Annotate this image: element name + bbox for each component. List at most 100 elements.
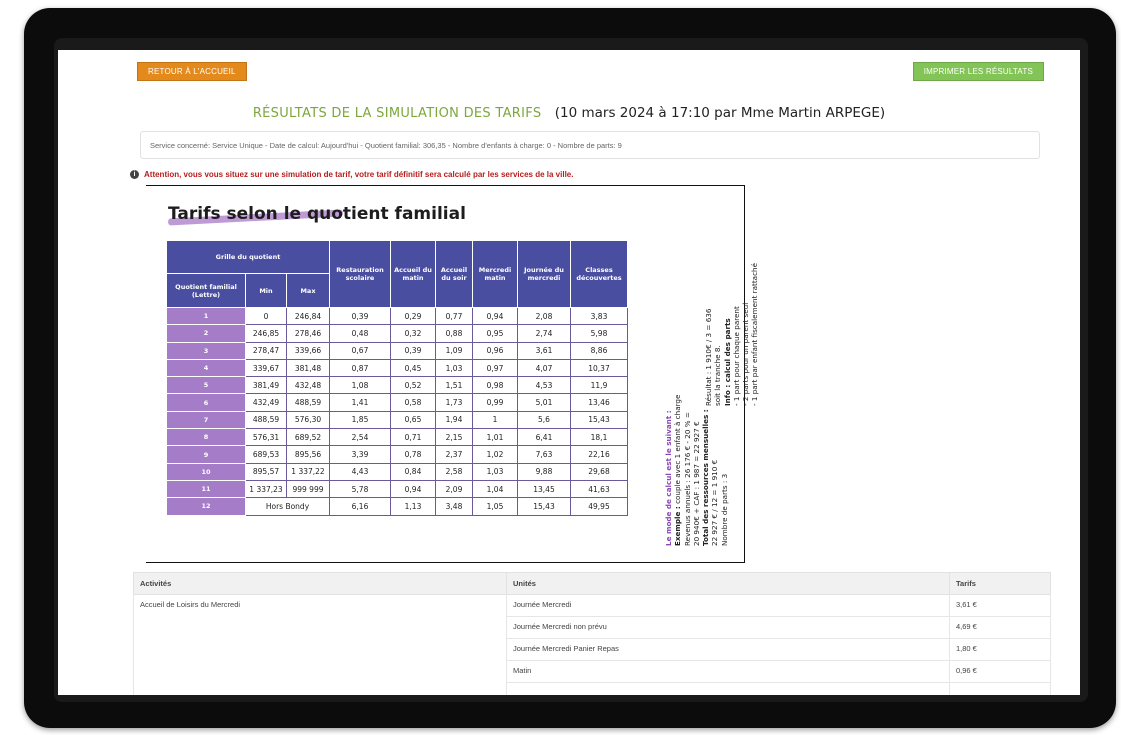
price-cell: 0,96 €: [949, 660, 1051, 683]
tariff-table-body: 1 0 246,84 0,39 0,29 0,77 0,94 2,08 3,83 2 246,85 2…: [166, 306, 628, 516]
tariff-cell: 18,1: [570, 428, 628, 447]
tariff-cell: 0,58: [390, 393, 436, 412]
quotient-cell: 11: [166, 479, 246, 499]
tariff-cell: 432,48: [286, 376, 330, 395]
tariff-row: 10 895,57 1 337,22 4,43 0,84 2,58 1,03 9,88 29,6…: [166, 462, 628, 481]
col-activites: Activités: [133, 572, 507, 595]
tariff-cell: 0,32: [390, 324, 436, 343]
tariff-cell: 381,49: [245, 376, 287, 395]
tariff-cell: 0,99: [472, 393, 518, 412]
quotient-cell: 2: [166, 324, 246, 343]
tariff-cell: 2,54: [329, 428, 391, 447]
tariff-cell: 1 337,23: [245, 479, 287, 499]
tariff-cell: 0,67: [329, 341, 391, 360]
tariff-cell: 3,48: [435, 497, 473, 516]
tariff-cell: 246,84: [286, 306, 330, 326]
tariff-cell: 0,97: [472, 358, 518, 378]
tariff-cell: 15,43: [570, 410, 628, 430]
unit-cell: Journée Mercredi Panier Repas: [506, 638, 950, 661]
tariff-cell: 339,67: [245, 358, 287, 378]
page-title-main: RÉSULTATS DE LA SIMULATION DES TARIFS: [252, 106, 542, 121]
quotient-cell: 10: [166, 462, 246, 481]
page-title: RÉSULTATS DE LA SIMULATION DES TARIFS (1…: [58, 105, 1080, 121]
calculation-result-note: Résultat : 1 910€ / 3 = 636 soit la tran…: [704, 263, 760, 406]
print-results-button[interactable]: Imprimer les résultats: [912, 62, 1044, 81]
tariff-cell: 0,95: [472, 324, 518, 343]
tariff-cell: 0,71: [390, 428, 436, 447]
tariff-cell: 0,45: [390, 358, 436, 378]
tariff-cell: 10,37: [570, 358, 628, 378]
col-accueil-matin: Accueil du matin: [390, 240, 436, 308]
tariff-cell: 1,04: [472, 479, 518, 499]
tariff-cell: 1,03: [472, 462, 518, 481]
tariff-cell: 0,96: [472, 341, 518, 360]
col-mercredi-matin: Mercredi matin: [472, 240, 518, 308]
tariff-row: 4 339,67 381,48 0,87 0,45 1,03 0,97 4,07 10,37: [166, 358, 628, 378]
col-min: Min: [245, 273, 287, 308]
tariff-cell: 8,86: [570, 341, 628, 360]
tariff-cell: 1,01: [472, 428, 518, 447]
col-quotient: Quotient familial (Lettre): [166, 273, 246, 308]
tariff-cell: 5,98: [570, 324, 628, 343]
tariff-cell: 576,30: [286, 410, 330, 430]
tariff-cell: 0,87: [329, 358, 391, 378]
tariff-cell: 0,39: [329, 306, 391, 326]
tariff-row: 5 381,49 432,48 1,08 0,52 1,51 0,98 4,53 11,9: [166, 376, 628, 395]
tariff-cell: 1,02: [472, 445, 518, 464]
tariff-cell: 0,78: [390, 445, 436, 464]
tariff-cell: 0,94: [390, 479, 436, 499]
browser-viewport: Retour à l'accueil Imprimer les résultat…: [58, 50, 1080, 695]
col-classes: Classes découvertes: [570, 240, 628, 308]
col-unites: Unités: [506, 572, 950, 595]
tariff-cell: 4,53: [517, 376, 571, 395]
tariff-cell: 0,29: [390, 306, 436, 326]
tariff-cell: 3,39: [329, 445, 391, 464]
quotient-cell: 3: [166, 341, 246, 360]
tariff-cell: 488,59: [286, 393, 330, 412]
tariff-cell: 41,63: [570, 479, 628, 499]
tariff-cell: 278,47: [245, 341, 287, 360]
tariff-cell: 278,46: [286, 324, 330, 343]
col-journee-mercredi: Journée du mercredi: [517, 240, 571, 308]
range-cell: Hors Bondy: [245, 497, 330, 516]
tariff-cell: 2,15: [435, 428, 473, 447]
unit-cell: Matin: [506, 660, 950, 683]
tariff-cell: 689,53: [245, 445, 287, 464]
tariff-cell: 5,6: [517, 410, 571, 430]
tariff-row: 6 432,49 488,59 1,41 0,58 1,73 0,99 5,01 13,46: [166, 393, 628, 412]
tariff-row: 3 278,47 339,66 0,67 0,39 1,09 0,96 3,61 8,86: [166, 341, 628, 360]
unit-cell: Journée Mercredi: [506, 594, 950, 617]
tariff-cell: 1,03: [435, 358, 473, 378]
tariff-cell: 0,84: [390, 462, 436, 481]
tariff-row: 1 0 246,84 0,39 0,29 0,77 0,94 2,08 3,83: [166, 306, 628, 326]
tariff-row: 7 488,59 576,30 1,85 0,65 1,94 1 5,6 15,43: [166, 410, 628, 430]
activities-table: Activités Unités Tarifs Accueil de Loisi…: [133, 572, 1051, 695]
tariff-cell: 1,08: [329, 376, 391, 395]
tariff-cell: 0,98: [472, 376, 518, 395]
tariff-cell: 29,68: [570, 462, 628, 481]
back-to-home-button[interactable]: Retour à l'accueil: [137, 62, 247, 81]
tariff-cell: 432,49: [245, 393, 287, 412]
tariff-cell: 2,37: [435, 445, 473, 464]
quotient-cell: 6: [166, 393, 246, 412]
tariff-table: Grille du quotient Restauration scolaire…: [166, 240, 628, 516]
tariff-cell: 4,43: [329, 462, 391, 481]
tariff-cell: 6,16: [329, 497, 391, 516]
tariff-cell: 0: [245, 306, 287, 326]
tariff-row: 11 1 337,23 999 999 5,78 0,94 2,09 1,04 13,45 41…: [166, 479, 628, 499]
quotient-cell: 12: [166, 497, 246, 516]
tariff-row: 9 689,53 895,56 3,39 0,78 2,37 1,02 7,63 22,16: [166, 445, 628, 464]
quotient-cell: 4: [166, 358, 246, 378]
tariff-cell: 1,05: [472, 497, 518, 516]
tariff-cell: 0,94: [472, 306, 518, 326]
quotient-cell: 5: [166, 376, 246, 395]
col-tarifs: Tarifs: [949, 572, 1051, 595]
tariff-cell: 15,43: [517, 497, 571, 516]
tariff-cell: 999 999: [286, 479, 330, 499]
tariff-row: 12 Hors Bondy 6,16 1,13 3,48 1,05 15,43 49,95: [166, 497, 628, 516]
tariff-cell: 246,85: [245, 324, 287, 343]
unit-cell: Journée Mercredi non prévu: [506, 616, 950, 639]
tariff-cell: 13,46: [570, 393, 628, 412]
tariff-cell: 11,9: [570, 376, 628, 395]
tariff-cell: 13,45: [517, 479, 571, 499]
